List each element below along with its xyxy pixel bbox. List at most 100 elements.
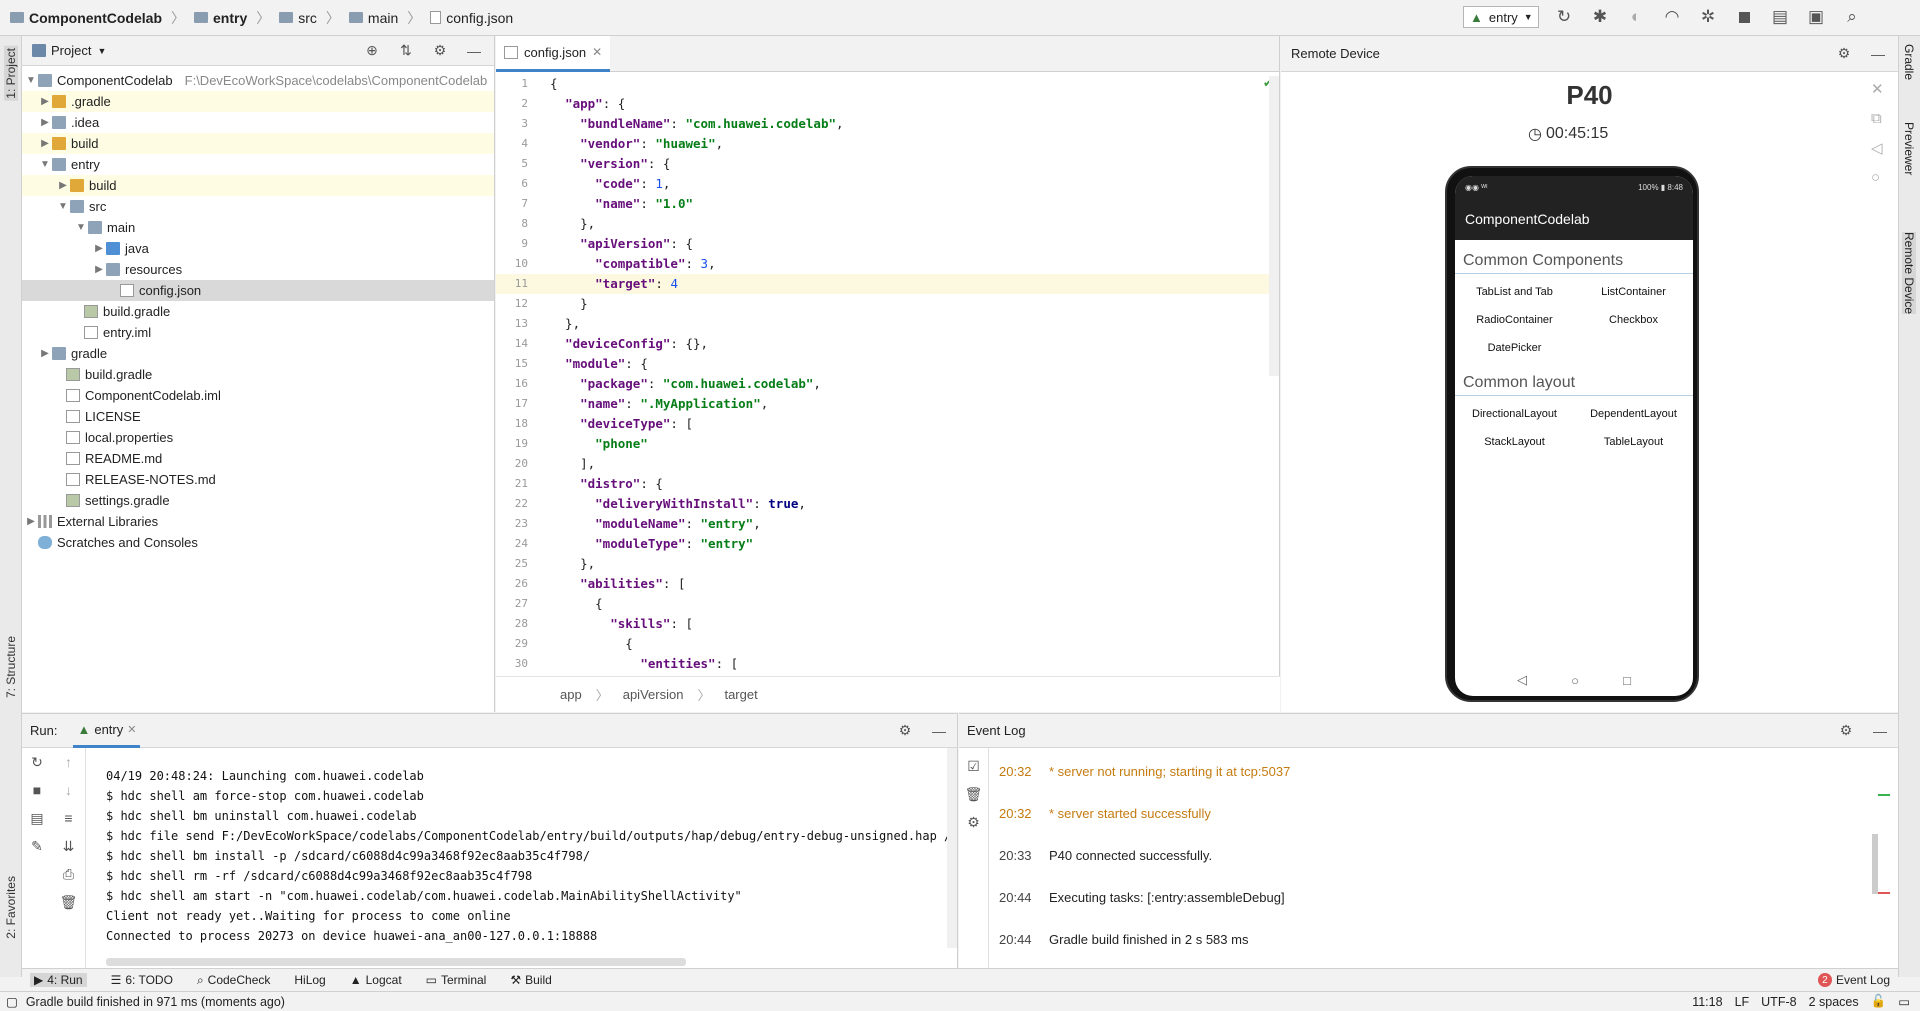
code-line[interactable]: 13 }, xyxy=(496,314,1279,334)
minimize-icon[interactable]: — xyxy=(464,41,484,61)
list-item[interactable]: TabList and Tab xyxy=(1455,278,1574,306)
chevron-down-icon[interactable]: ▼ xyxy=(74,222,88,233)
event-log-scrollbar[interactable] xyxy=(1872,834,1878,894)
tree-row[interactable]: ▶ gradle xyxy=(22,343,494,364)
sidebar-toggle-icon[interactable]: ▢ xyxy=(6,994,18,1009)
code-line[interactable]: 10 "compatible": 3, xyxy=(496,254,1279,274)
tree-row-root[interactable]: ▼ ComponentCodelab F:\DevEcoWorkSpace\co… xyxy=(22,70,494,91)
chevron-right-icon[interactable]: ▶ xyxy=(38,117,52,128)
tree-row[interactable]: ▶ External Libraries xyxy=(22,511,494,532)
list-item[interactable]: ListContainer xyxy=(1574,278,1693,306)
tree-row[interactable]: Scratches and Consoles xyxy=(22,532,494,553)
trash-icon[interactable]: 🗑 xyxy=(964,784,984,804)
code-line[interactable]: 4 "vendor": "huawei", xyxy=(496,134,1279,154)
tool-todo[interactable]: ☰ 6: TODO xyxy=(111,973,173,987)
sync-project-icon[interactable]: ▤ xyxy=(1769,6,1791,28)
tree-row[interactable]: entry.iml xyxy=(22,322,494,343)
scroll-to-end-icon[interactable]: ⇊ xyxy=(59,836,79,856)
event-log-button[interactable]: 2 Event Log xyxy=(1817,973,1890,987)
project-view-select[interactable]: Project xyxy=(51,43,91,58)
crumb-app[interactable]: app xyxy=(560,687,582,702)
code-line[interactable]: 21 "distro": { xyxy=(496,474,1279,494)
gear-icon[interactable]: ⚙ xyxy=(430,41,450,61)
mark-all-read-icon[interactable]: ☑ xyxy=(964,756,984,776)
tree-row[interactable]: README.md xyxy=(22,448,494,469)
code-line[interactable]: 12 } xyxy=(496,294,1279,314)
stop-icon[interactable]: ■ xyxy=(27,780,47,800)
tree-row[interactable]: local.properties xyxy=(22,427,494,448)
breadcrumb-module[interactable]: entry xyxy=(213,10,247,26)
event-row[interactable]: 20:44 Executing tasks: [:entry:assembleDe… xyxy=(999,876,1879,918)
tool-build[interactable]: ⚒ Build xyxy=(510,973,551,987)
code-line[interactable]: 26 "abilities": [ xyxy=(496,574,1279,594)
code-line[interactable]: 3 "bundleName": "com.huawei.codelab", xyxy=(496,114,1279,134)
nav-home-icon[interactable]: ○ xyxy=(1571,673,1579,688)
code-line[interactable]: 22 "deliveryWithInstall": true, xyxy=(496,494,1279,514)
close-icon[interactable]: ✕ xyxy=(592,45,602,59)
code-line[interactable]: 16 "package": "com.huawei.codelab", xyxy=(496,374,1279,394)
event-row[interactable]: 20:44 Gradle build finished in 2 s 583 ms xyxy=(999,918,1879,960)
tree-row[interactable]: RELEASE-NOTES.md xyxy=(22,469,494,490)
structure-tool-button[interactable]: 7: Structure xyxy=(4,636,18,698)
stop-icon[interactable] xyxy=(1733,6,1755,28)
chevron-right-icon[interactable]: ▶ xyxy=(92,243,106,254)
file-encoding[interactable]: UTF-8 xyxy=(1761,995,1796,1009)
close-icon[interactable]: ✕ xyxy=(1871,80,1884,98)
chevron-right-icon[interactable]: ▶ xyxy=(38,348,52,359)
caret-position[interactable]: 11:18 xyxy=(1692,995,1722,1009)
layout-icon[interactable]: ▤ xyxy=(27,808,47,828)
profiler-icon[interactable]: ◠ xyxy=(1661,6,1683,28)
minimize-icon[interactable]: — xyxy=(929,721,949,741)
code-area[interactable]: 1{2 "app": {3 "bundleName": "com.huawei.… xyxy=(496,72,1279,674)
minimize-icon[interactable]: — xyxy=(1870,721,1890,741)
event-row[interactable]: 20:32 * server started successfully xyxy=(999,792,1879,834)
tool-hilog[interactable]: HiLog xyxy=(294,973,325,987)
breadcrumb-src[interactable]: src xyxy=(298,10,317,26)
remote-device-tool-button[interactable]: Remote Device xyxy=(1902,232,1916,315)
soft-wrap-icon[interactable]: ≡ xyxy=(59,808,79,828)
tree-row[interactable]: build.gradle xyxy=(22,301,494,322)
breadcrumb-main[interactable]: main xyxy=(368,10,398,26)
chevron-down-icon[interactable]: ▼ xyxy=(38,159,52,170)
tool-codecheck[interactable]: ⌕ CodeCheck xyxy=(197,973,270,988)
home-icon[interactable]: ○ xyxy=(1871,169,1884,186)
debug-icon[interactable]: ✱ xyxy=(1589,6,1611,28)
tree-row[interactable]: ▶ build xyxy=(22,133,494,154)
code-line[interactable]: 6 "code": 1, xyxy=(496,174,1279,194)
breadcrumb-file[interactable]: config.json xyxy=(446,10,513,26)
trash-icon[interactable]: 🗑 xyxy=(59,892,79,912)
gear-icon[interactable]: ⚙ xyxy=(1834,44,1854,64)
bug-icon[interactable]: ✲ xyxy=(1697,6,1719,28)
list-item[interactable]: Checkbox xyxy=(1574,306,1693,334)
collapse-all-icon[interactable]: ⇅ xyxy=(396,41,416,61)
tree-row[interactable]: ▶ .idea xyxy=(22,112,494,133)
minimize-icon[interactable]: — xyxy=(1868,44,1888,64)
editor-scrollbar[interactable] xyxy=(1269,76,1279,376)
tree-row[interactable]: ▶ resources xyxy=(22,259,494,280)
code-line[interactable]: 29 { xyxy=(496,634,1279,654)
tree-row-selected[interactable]: config.json xyxy=(22,280,494,301)
horizontal-scrollbar[interactable] xyxy=(106,958,686,966)
print-icon[interactable]: ⎙ xyxy=(59,864,79,884)
status-message[interactable]: Gradle build finished in 971 ms (moments… xyxy=(26,995,285,1009)
code-line[interactable]: 28 "skills": [ xyxy=(496,614,1279,634)
tree-row[interactable]: LICENSE xyxy=(22,406,494,427)
chevron-right-icon[interactable]: ▶ xyxy=(92,264,106,275)
favorites-tool-button[interactable]: 2: Favorites xyxy=(4,876,18,939)
code-line[interactable]: 19 "phone" xyxy=(496,434,1279,454)
crumb-target[interactable]: target xyxy=(724,687,757,702)
code-line[interactable]: 14 "deviceConfig": {}, xyxy=(496,334,1279,354)
nav-recent-icon[interactable]: □ xyxy=(1623,673,1631,688)
tab-config-json[interactable]: config.json ✕ xyxy=(496,35,611,72)
code-line[interactable]: 27 { xyxy=(496,594,1279,614)
tree-row[interactable]: build.gradle xyxy=(22,364,494,385)
tree-row[interactable]: ▶ .gradle xyxy=(22,91,494,112)
code-line[interactable]: 15 "module": { xyxy=(496,354,1279,374)
code-line[interactable]: 11 "target": 4 xyxy=(496,274,1279,294)
tree-row[interactable]: ▼ main xyxy=(22,217,494,238)
chevron-down-icon[interactable]: ▼ xyxy=(56,201,70,212)
nav-back-icon[interactable]: ◁ xyxy=(1517,672,1527,688)
tree-row[interactable]: ▼ src xyxy=(22,196,494,217)
arrow-up-icon[interactable]: ↑ xyxy=(59,752,79,772)
list-item[interactable]: DatePicker xyxy=(1455,334,1574,362)
